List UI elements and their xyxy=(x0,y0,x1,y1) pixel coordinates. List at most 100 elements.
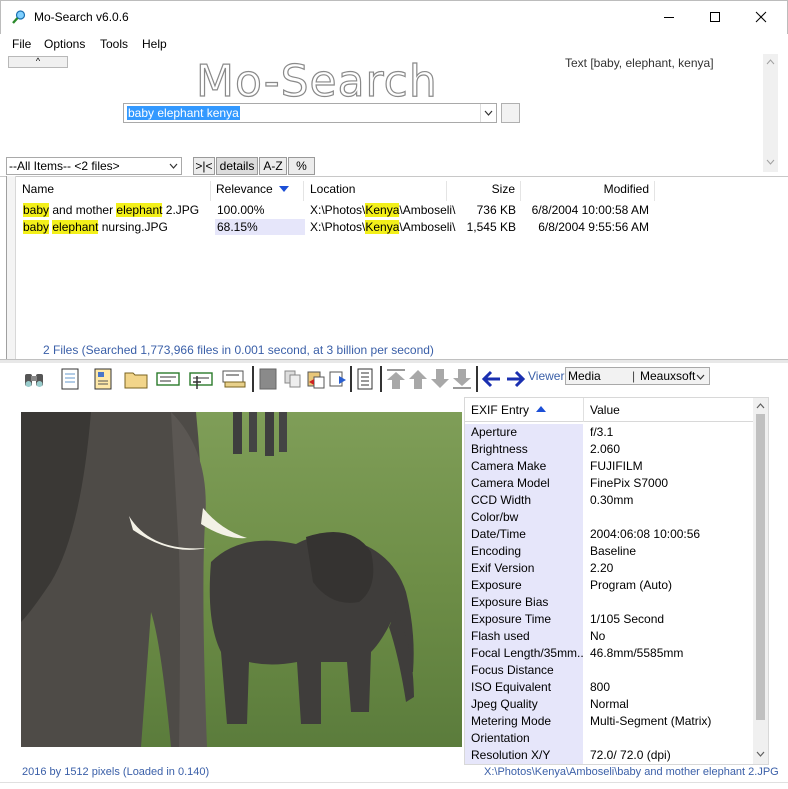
copy-icon[interactable] xyxy=(282,368,306,390)
highlighted-term: baby xyxy=(23,220,50,234)
column-header-name[interactable]: Name xyxy=(18,181,211,201)
window-bottom-border xyxy=(0,782,788,789)
exif-value: Normal xyxy=(590,697,629,711)
exif-key: Camera Make xyxy=(465,458,583,475)
exif-row[interactable]: ISO Equivalent 800 xyxy=(465,679,755,696)
chevron-down-icon[interactable] xyxy=(480,104,496,122)
list-gutter[interactable] xyxy=(6,176,16,360)
exif-key: Flash used xyxy=(465,628,583,645)
collapse-panel-button[interactable]: ^ xyxy=(8,56,68,68)
collapse-columns-button[interactable]: >|< xyxy=(193,157,215,175)
highlighted-term: elephant xyxy=(52,220,99,234)
exif-value: No xyxy=(590,629,606,643)
maximize-button[interactable] xyxy=(692,0,738,34)
page-icon[interactable] xyxy=(353,368,377,390)
exif-row[interactable]: Camera Model FinePix S7000 xyxy=(465,475,755,492)
grey-block-icon[interactable] xyxy=(257,368,281,390)
close-button[interactable] xyxy=(738,0,784,34)
search-status: 2 Files (Searched 1,773,966 files in 0.0… xyxy=(43,343,434,357)
exif-key: Date/Time xyxy=(465,526,583,543)
scanner-icon[interactable] xyxy=(222,368,246,390)
text-segment: and mother xyxy=(49,203,117,217)
exif-value: 0.30mm xyxy=(590,493,634,507)
column-header-exif-entry[interactable]: EXIF Entry xyxy=(471,403,529,417)
menu-options[interactable]: Options xyxy=(44,37,85,51)
exif-row[interactable]: Jpeg Quality Normal xyxy=(465,696,755,713)
viewer-option-media: Media xyxy=(568,369,601,383)
sort-relevance-button[interactable]: % xyxy=(288,157,315,175)
insert-card-icon[interactable] xyxy=(189,368,213,390)
card-icon[interactable] xyxy=(156,368,180,390)
chevron-down-icon xyxy=(166,158,181,174)
minimize-button[interactable] xyxy=(646,0,692,34)
sort-ascending-icon xyxy=(536,406,546,412)
toolbar-separator xyxy=(380,366,382,392)
export-icon[interactable] xyxy=(327,368,351,390)
arrow-down-icon[interactable] xyxy=(428,368,452,390)
column-header-size[interactable]: Size xyxy=(448,181,521,201)
column-header-exif-value[interactable]: Value xyxy=(590,403,620,417)
search-button[interactable] xyxy=(501,103,520,123)
exif-row[interactable]: Flash used No xyxy=(465,628,755,645)
exif-row[interactable]: Orientation xyxy=(465,730,755,747)
notepad-icon[interactable] xyxy=(58,368,82,390)
query-summary: Text [baby, elephant, kenya] xyxy=(565,56,714,70)
search-input[interactable]: baby elephant kenya xyxy=(123,103,497,123)
image-info: 2016 by 1512 pixels (Loaded in 0.140) xyxy=(22,766,210,778)
search-panel-scrollbar[interactable] xyxy=(763,54,778,172)
forward-arrow-icon[interactable] xyxy=(503,368,527,390)
exif-row[interactable]: Metering Mode Multi-Segment (Matrix) xyxy=(465,713,755,730)
column-header-location[interactable]: Location xyxy=(305,181,447,201)
column-header-relevance[interactable]: Relevance xyxy=(212,181,304,201)
exif-row[interactable]: Resolution X/Y 72.0/ 72.0 (dpi) xyxy=(465,747,755,764)
viewer-divider: | xyxy=(632,369,636,383)
menu-help[interactable]: Help xyxy=(142,37,167,51)
exif-row[interactable]: CCD Width 0.30mm xyxy=(465,492,755,509)
filter-select[interactable]: --All Items-- <2 files> xyxy=(6,157,182,175)
exif-row[interactable]: Color/bw xyxy=(465,509,755,526)
exif-row[interactable]: Date/Time 2004:06:08 10:00:56 xyxy=(465,526,755,543)
exif-row[interactable]: Brightness 2.060 xyxy=(465,441,755,458)
sort-az-button[interactable]: A-Z xyxy=(259,157,287,175)
exif-key: Camera Model xyxy=(465,475,583,492)
highlighted-term: Kenya xyxy=(365,203,400,217)
exif-header: EXIF Entry Value xyxy=(465,398,755,422)
exif-row[interactable]: Exposure Bias xyxy=(465,594,755,611)
document-icon[interactable] xyxy=(91,368,115,390)
exif-key: Color/bw xyxy=(465,509,583,526)
exif-table: EXIF Entry Value Aperture f/3.1 Brightness… xyxy=(464,397,769,765)
binoculars-icon[interactable] xyxy=(22,368,46,390)
exif-key: Orientation xyxy=(465,730,583,747)
exif-row[interactable]: Exif Version 2.20 xyxy=(465,560,755,577)
arrow-up-icon[interactable] xyxy=(406,368,430,390)
viewer-select[interactable]: Media | Meauxsoft xyxy=(565,367,710,385)
exif-key: Metering Mode xyxy=(465,713,583,730)
arrow-down-bottom-icon[interactable] xyxy=(450,368,474,390)
column-header-modified[interactable]: Modified xyxy=(522,181,655,201)
exif-value: f/3.1 xyxy=(590,425,614,439)
arrow-up-top-icon[interactable] xyxy=(384,368,408,390)
exif-row[interactable]: Focal Length/35mm... 46.8mm/5585mm xyxy=(465,645,755,662)
exif-row[interactable]: Encoding Baseline xyxy=(465,543,755,560)
exif-row[interactable]: Camera Make FUJIFILM xyxy=(465,458,755,475)
back-arrow-icon[interactable] xyxy=(480,368,504,390)
folder-icon[interactable] xyxy=(124,368,148,390)
paste-icon[interactable] xyxy=(305,368,329,390)
exif-row[interactable]: Exposure Program (Auto) xyxy=(465,577,755,594)
exif-scrollbar[interactable] xyxy=(753,398,768,764)
exif-row[interactable]: Exposure Time 1/105 Second xyxy=(465,611,755,628)
close-icon xyxy=(755,11,767,23)
image-preview[interactable] xyxy=(21,412,462,747)
file-name-cell: baby and mother elephant 2.JPG xyxy=(23,202,211,218)
menu-file[interactable]: File xyxy=(12,37,31,51)
exif-value: 2.20 xyxy=(590,561,614,575)
exif-value: 1/105 Second xyxy=(590,612,665,626)
exif-value: FUJIFILM xyxy=(590,459,643,473)
menu-tools[interactable]: Tools xyxy=(100,37,128,51)
exif-value: Multi-Segment (Matrix) xyxy=(590,714,712,728)
text-segment: nursing.JPG xyxy=(98,220,168,234)
exif-row[interactable]: Focus Distance xyxy=(465,662,755,679)
details-view-button[interactable]: details xyxy=(216,157,258,175)
exif-key: Exif Version xyxy=(465,560,583,577)
exif-row[interactable]: Aperture f/3.1 xyxy=(465,424,755,441)
